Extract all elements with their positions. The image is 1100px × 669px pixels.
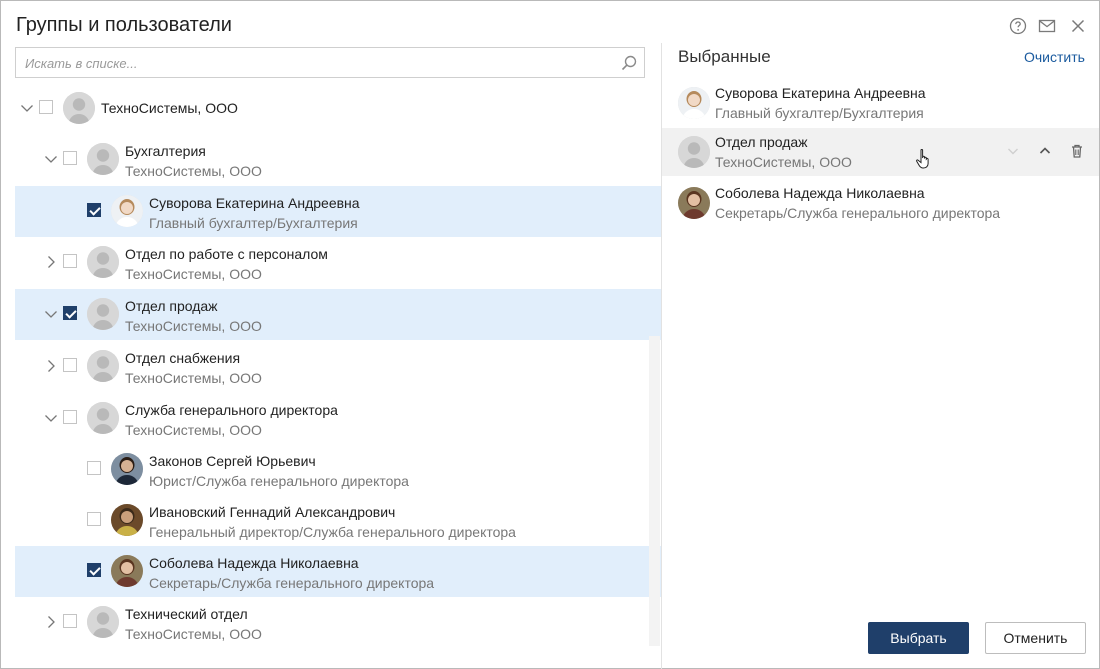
search-box	[15, 47, 645, 78]
tree-scrollbar[interactable]	[649, 336, 660, 646]
selected-item-name: Отдел продаж	[715, 134, 808, 150]
search-icon[interactable]	[621, 55, 637, 76]
user-avatar	[111, 555, 143, 587]
selected-item-subtitle: Главный бухгалтер/Бухгалтерия	[715, 105, 924, 121]
row-subtitle: ТехноСистемы, ООО	[125, 422, 262, 438]
row-name: Отдел по работе с персоналом	[125, 246, 328, 262]
tree-group-row[interactable]: Отдел по работе с персоналом ТехноСистемы…	[15, 237, 661, 288]
group-avatar-icon	[87, 606, 119, 638]
tree-group-row[interactable]: Бухгалтерия ТехноСистемы, ООО	[15, 134, 661, 185]
row-name: Суворова Екатерина Андреевна	[149, 195, 360, 211]
selected-item-subtitle: ТехноСистемы, ООО	[715, 154, 852, 170]
selected-item-subtitle: Секретарь/Служба генерального директора	[715, 205, 1001, 221]
mail-icon[interactable]	[1038, 17, 1056, 35]
group-avatar-icon	[87, 350, 119, 382]
row-subtitle: Главный бухгалтер/Бухгалтерия	[149, 215, 358, 231]
row-name: Технический отдел	[125, 606, 248, 622]
chevron-right-icon[interactable]	[43, 614, 59, 630]
chevron-down-icon[interactable]	[43, 151, 59, 167]
select-button[interactable]: Выбрать	[868, 622, 969, 654]
tree-root-row[interactable]: ТехноСистемы, ООО	[15, 83, 661, 134]
tree-user-row[interactable]: Законов Сергей Юрьевич Юрист/Служба генер…	[15, 444, 661, 495]
chevron-down-icon[interactable]	[43, 306, 59, 322]
selected-title: Выбранные	[678, 47, 771, 66]
group-avatar-icon	[87, 246, 119, 278]
tree-group-row[interactable]: Отдел продаж ТехноСистемы, ООО	[15, 289, 661, 340]
row-checkbox[interactable]	[63, 151, 77, 165]
row-subtitle: ТехноСистемы, ООО	[125, 266, 262, 282]
row-name: Отдел продаж	[125, 298, 218, 314]
selected-item-name: Суворова Екатерина Андреевна	[715, 85, 926, 101]
user-avatar	[111, 504, 143, 536]
row-name: Бухгалтерия	[125, 143, 206, 159]
groups-users-dialog: Группы и пользователи ТехноСистемы, ОООБ…	[0, 0, 1100, 669]
row-checkbox[interactable]	[87, 512, 101, 526]
row-checkbox[interactable]	[63, 614, 77, 628]
user-avatar	[111, 453, 143, 485]
row-name: Отдел снабжения	[125, 350, 241, 366]
tree-user-row[interactable]: Соболева Надежда Николаевна Секретарь/Слу…	[15, 546, 661, 597]
row-subtitle: Секретарь/Служба генерального директора	[149, 575, 435, 591]
chevron-down-icon[interactable]	[19, 100, 35, 116]
users-tree: ТехноСистемы, ООО Бухгалтерия ТехноСистемы…	[15, 83, 661, 643]
selected-item[interactable]: Отдел продаж ТехноСистемы, ООО	[662, 128, 1099, 176]
close-icon[interactable]	[1069, 17, 1087, 35]
row-name: Соболева Надежда Николаевна	[149, 555, 359, 571]
selected-item[interactable]: Суворова Екатерина Андреевна Главный бухг…	[662, 79, 1099, 127]
tree-user-row[interactable]: Суворова Екатерина Андреевна Главный бухг…	[15, 186, 661, 237]
row-name: Ивановский Геннадий Александрович	[149, 504, 396, 520]
hand-cursor-icon	[915, 148, 933, 175]
row-checkbox[interactable]	[87, 203, 101, 217]
move-up-icon[interactable]	[1037, 143, 1053, 159]
row-subtitle: ТехноСистемы, ООО	[125, 318, 262, 334]
row-checkbox[interactable]	[39, 100, 53, 114]
row-checkbox[interactable]	[87, 461, 101, 475]
tree-group-row[interactable]: Служба генерального директора ТехноСистем…	[15, 393, 661, 444]
group-avatar-icon	[87, 143, 119, 175]
user-avatar	[678, 187, 710, 219]
row-checkbox[interactable]	[63, 306, 77, 320]
row-checkbox[interactable]	[87, 563, 101, 577]
search-input[interactable]	[25, 54, 615, 72]
row-subtitle: Генеральный директор/Служба генерального…	[149, 524, 516, 540]
row-subtitle: Юрист/Служба генерального директора	[149, 473, 409, 489]
clear-link[interactable]: Очистить	[1024, 49, 1085, 65]
tree-group-row[interactable]: Технический отдел ТехноСистемы, ООО	[15, 597, 661, 648]
row-name: Законов Сергей Юрьевич	[149, 453, 316, 469]
row-checkbox[interactable]	[63, 254, 77, 268]
chevron-right-icon[interactable]	[43, 358, 59, 374]
user-avatar	[111, 195, 143, 227]
group-avatar-icon	[87, 298, 119, 330]
dialog-title: Группы и пользователи	[16, 14, 232, 36]
group-avatar-icon	[678, 136, 710, 168]
tree-user-row[interactable]: Ивановский Геннадий Александрович Генерал…	[15, 495, 661, 546]
trash-icon[interactable]	[1069, 143, 1085, 159]
selected-item[interactable]: Соболева Надежда Николаевна Секретарь/Слу…	[662, 179, 1099, 227]
tree-group-row[interactable]: Отдел снабжения ТехноСистемы, ООО	[15, 341, 661, 392]
row-checkbox[interactable]	[63, 358, 77, 372]
group-avatar-icon	[63, 92, 95, 124]
user-avatar	[678, 87, 710, 119]
chevron-down-icon[interactable]	[43, 410, 59, 426]
row-subtitle: ТехноСистемы, ООО	[125, 163, 262, 179]
help-icon[interactable]	[1009, 17, 1027, 35]
row-subtitle: ТехноСистемы, ООО	[125, 626, 262, 642]
row-subtitle: ТехноСистемы, ООО	[125, 370, 262, 386]
row-name: Служба генерального директора	[125, 402, 338, 418]
row-name: ТехноСистемы, ООО	[101, 100, 238, 116]
cancel-button[interactable]: Отменить	[985, 622, 1086, 654]
move-down-icon[interactable]	[1005, 143, 1021, 159]
group-avatar-icon	[87, 402, 119, 434]
selected-item-name: Соболева Надежда Николаевна	[715, 185, 925, 201]
row-checkbox[interactable]	[63, 410, 77, 424]
chevron-right-icon[interactable]	[43, 254, 59, 270]
